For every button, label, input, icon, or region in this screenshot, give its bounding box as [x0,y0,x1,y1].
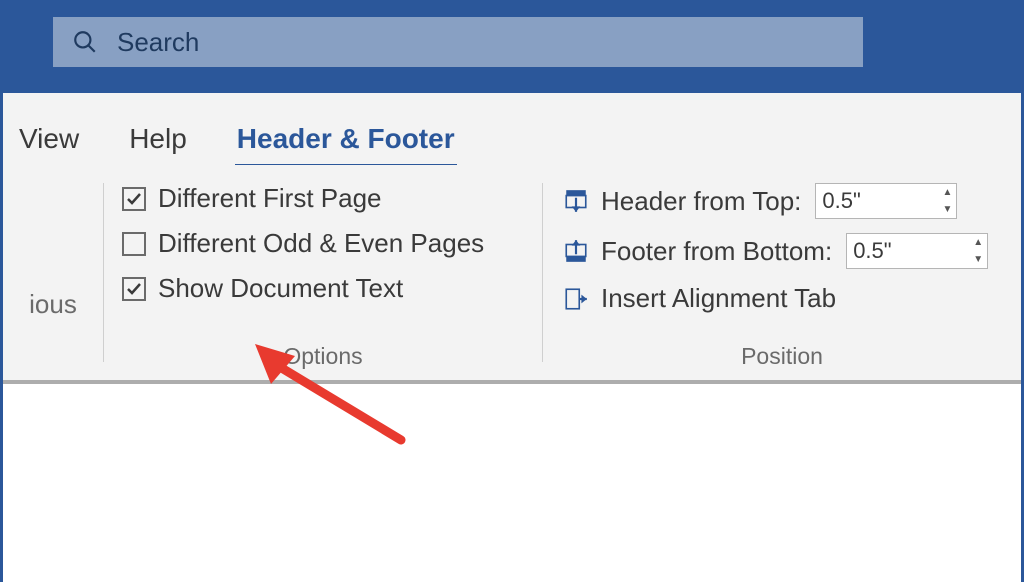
ribbon-tabs: View Help Header & Footer [3,93,1021,165]
document-area[interactable] [3,384,1021,582]
spinner-down-button[interactable]: ▼ [969,251,987,268]
footer-from-bottom-row: Footer from Bottom: ▲ ▼ [561,233,1003,269]
tab-header-footer[interactable]: Header & Footer [235,119,457,165]
footer-from-bottom-icon [561,238,591,264]
header-from-top-spinner[interactable]: ▲ ▼ [815,183,957,219]
checkbox-different-first-page[interactable]: Different First Page [122,183,524,214]
header-from-top-input[interactable] [816,184,938,218]
checkbox-label: Different First Page [158,183,382,214]
search-placeholder: Search [117,27,199,58]
ribbon: ious Different First Page Different Odd … [3,165,1021,380]
search-box[interactable]: Search [53,17,863,67]
title-bar: Search [3,3,1021,93]
checkbox-icon [122,232,146,256]
search-icon [53,29,117,55]
footer-from-bottom-label: Footer from Bottom: [601,236,832,267]
group-label-options: Options [122,335,524,370]
ribbon-group-truncated: ious [3,165,103,380]
checkbox-show-document-text[interactable]: Show Document Text [122,273,524,304]
header-from-top-icon [561,188,591,214]
spinner-up-button[interactable]: ▲ [938,184,956,201]
word-window-frame: Search View Help Header & Footer ious Di… [0,0,1024,582]
checkbox-icon [122,277,146,301]
footer-from-bottom-spinner[interactable]: ▲ ▼ [846,233,988,269]
checkbox-label: Show Document Text [158,273,403,304]
truncated-label: ious [29,289,77,320]
group-label-position: Position [561,335,1003,370]
insert-alignment-tab-icon [561,286,591,312]
checkbox-icon [122,187,146,211]
checkbox-label: Different Odd & Even Pages [158,228,484,259]
ribbon-group-position: Header from Top: ▲ ▼ Footer from Bottom: [543,165,1021,380]
spinner-down-button[interactable]: ▼ [938,201,956,218]
header-from-top-row: Header from Top: ▲ ▼ [561,183,1003,219]
spinner-up-button[interactable]: ▲ [969,234,987,251]
insert-alignment-tab-label: Insert Alignment Tab [601,283,836,314]
header-from-top-label: Header from Top: [601,186,801,217]
tab-view[interactable]: View [17,119,81,165]
checkbox-different-odd-even[interactable]: Different Odd & Even Pages [122,228,524,259]
insert-alignment-tab-button[interactable]: Insert Alignment Tab [561,283,1003,314]
ribbon-group-options: Different First Page Different Odd & Eve… [104,165,542,380]
tab-help[interactable]: Help [127,119,189,165]
footer-from-bottom-input[interactable] [847,234,969,268]
